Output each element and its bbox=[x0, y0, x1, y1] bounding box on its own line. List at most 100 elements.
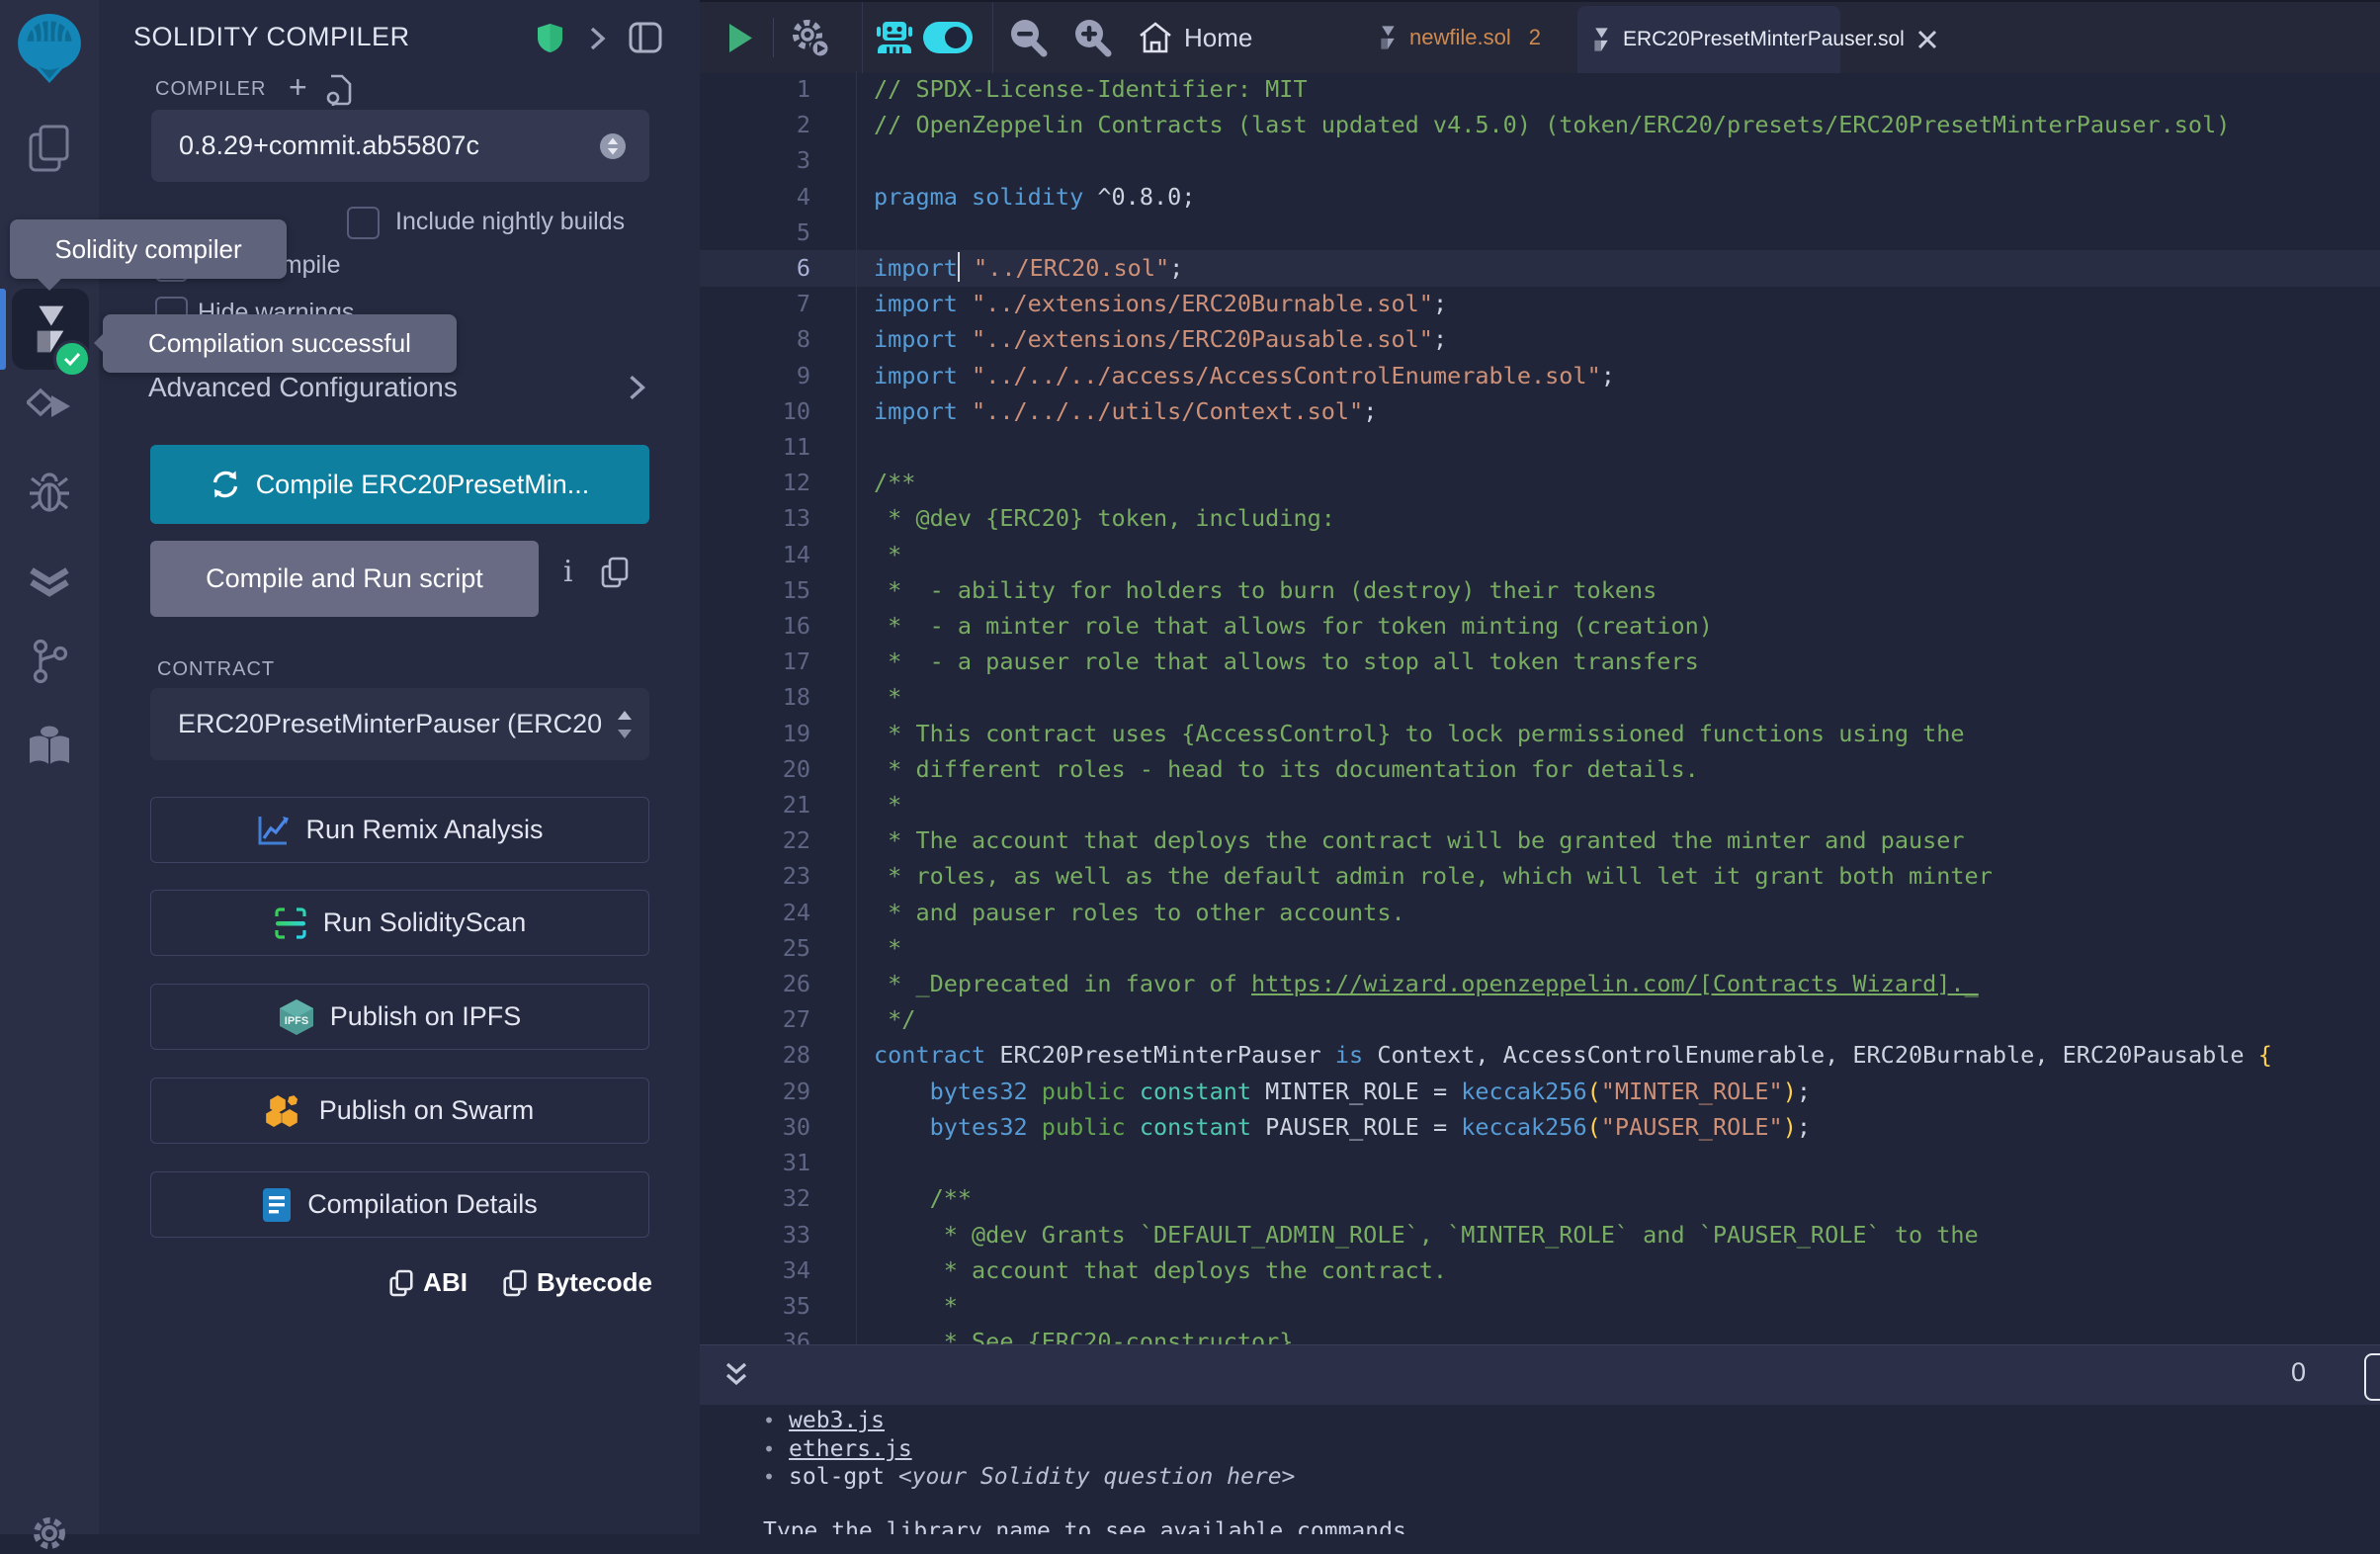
info-icon[interactable]: i bbox=[563, 555, 573, 589]
advanced-configurations-row[interactable]: Advanced Configurations bbox=[148, 372, 662, 403]
line-number-6[interactable]: 6 bbox=[700, 250, 810, 286]
code-line-6: import "../ERC20.sol"; bbox=[874, 250, 2272, 286]
line-number-30[interactable]: 30 bbox=[700, 1109, 810, 1145]
ai-copilot-toggle[interactable] bbox=[923, 2, 973, 73]
line-number-18[interactable]: 18 bbox=[700, 679, 810, 715]
editor-toolbar: Home newfile.sol 2 ERC20PresetMinterPaus… bbox=[700, 0, 2380, 73]
deploy-run-icon[interactable] bbox=[0, 388, 99, 429]
line-number-19[interactable]: 19 bbox=[700, 716, 810, 751]
code-line-3 bbox=[874, 142, 2272, 178]
gutter-border bbox=[856, 71, 857, 1344]
line-number-27[interactable]: 27 bbox=[700, 1001, 810, 1037]
plugin-book-icon[interactable] bbox=[0, 725, 99, 768]
terminal-link[interactable]: web3.js bbox=[789, 1408, 885, 1433]
terminal-text: Type the library name to see available c… bbox=[763, 1518, 1420, 1534]
code-line-12: /** bbox=[874, 465, 2272, 500]
terminal-search-input[interactable] bbox=[2364, 1353, 2380, 1401]
compile-and-run-button[interactable]: Compile and Run script bbox=[150, 541, 539, 617]
run-remix-analysis-button[interactable]: Run Remix Analysis bbox=[150, 797, 649, 863]
line-number-32[interactable]: 32 bbox=[700, 1180, 810, 1216]
include-nightly-checkbox[interactable] bbox=[347, 207, 380, 239]
run-solidityscan-button[interactable]: Run SolidityScan bbox=[150, 890, 649, 956]
expand-chevron-icon[interactable] bbox=[628, 374, 647, 401]
file-badge-icon[interactable] bbox=[324, 73, 354, 107]
document-icon bbox=[262, 1187, 292, 1223]
line-number-11[interactable]: 11 bbox=[700, 429, 810, 465]
code-line-9: import "../../../access/AccessControlEnu… bbox=[874, 358, 2272, 393]
line-number-9[interactable]: 9 bbox=[700, 358, 810, 393]
line-number-14[interactable]: 14 bbox=[700, 537, 810, 572]
code-line-15: * - ability for holders to burn (destroy… bbox=[874, 572, 2272, 608]
line-number-21[interactable]: 21 bbox=[700, 787, 810, 822]
tab-home[interactable]: Home bbox=[1139, 2, 1252, 73]
line-number-25[interactable]: 25 bbox=[700, 930, 810, 966]
code-line-21: * bbox=[874, 787, 2272, 822]
git-icon[interactable] bbox=[0, 638, 99, 685]
ai-copilot-robot-icon[interactable] bbox=[876, 2, 913, 73]
line-number-23[interactable]: 23 bbox=[700, 858, 810, 894]
compiler-version-select[interactable]: 0.8.29+commit.ab55807c bbox=[151, 110, 649, 182]
copy-icon[interactable] bbox=[601, 557, 629, 588]
remix-logo[interactable] bbox=[0, 12, 99, 85]
line-number-7[interactable]: 7 bbox=[700, 286, 810, 321]
code-line-8: import "../extensions/ERC20Pausable.sol"… bbox=[874, 321, 2272, 357]
terminal-bar: 0 bbox=[700, 1344, 2380, 1406]
line-number-22[interactable]: 22 bbox=[700, 822, 810, 858]
ipfs-icon: IPFS bbox=[279, 998, 314, 1036]
line-number-35[interactable]: 35 bbox=[700, 1288, 810, 1324]
svg-text:IPFS: IPFS bbox=[284, 1015, 307, 1027]
line-number-24[interactable]: 24 bbox=[700, 895, 810, 930]
solidity-icon bbox=[1378, 25, 1398, 50]
contract-select[interactable]: ERC20PresetMinterPauser (ERC20 bbox=[150, 688, 649, 760]
line-number-26[interactable]: 26 bbox=[700, 966, 810, 1001]
terminal-link[interactable]: ethers.js bbox=[789, 1436, 912, 1462]
chevron-right-icon[interactable] bbox=[589, 26, 607, 51]
line-number-15[interactable]: 15 bbox=[700, 572, 810, 608]
compilation-details-button[interactable]: Compilation Details bbox=[150, 1171, 649, 1238]
code-line-11 bbox=[874, 429, 2272, 465]
line-number-33[interactable]: 33 bbox=[700, 1217, 810, 1252]
tab-newfile-label: newfile.sol bbox=[1409, 25, 1511, 50]
line-number-13[interactable]: 13 bbox=[700, 500, 810, 536]
line-number-4[interactable]: 4 bbox=[700, 179, 810, 215]
line-number-12[interactable]: 12 bbox=[700, 465, 810, 500]
debugger-icon[interactable] bbox=[0, 473, 99, 514]
line-number-36[interactable]: 36 bbox=[700, 1324, 810, 1344]
line-number-8[interactable]: 8 bbox=[700, 321, 810, 357]
zoom-in-icon[interactable] bbox=[1072, 2, 1116, 73]
publish-on-swarm-button[interactable]: Publish on Swarm bbox=[150, 1078, 649, 1144]
line-number-31[interactable]: 31 bbox=[700, 1145, 810, 1180]
add-compiler-icon[interactable]: + bbox=[289, 69, 307, 106]
settings-gear-icon[interactable] bbox=[0, 1512, 99, 1554]
terminal-tx-count-badge[interactable]: 0 bbox=[2291, 1357, 2306, 1388]
compile-button[interactable]: Compile ERC20PresetMin... bbox=[150, 445, 649, 524]
tab-erc20presetminterpauser[interactable]: ERC20PresetMinterPauser.sol bbox=[1577, 6, 1840, 73]
zoom-out-icon[interactable] bbox=[1008, 2, 1052, 73]
line-number-2[interactable]: 2 bbox=[700, 107, 810, 142]
bullet: • bbox=[763, 1437, 775, 1461]
close-icon[interactable] bbox=[1916, 29, 1938, 50]
line-number-29[interactable]: 29 bbox=[700, 1074, 810, 1109]
line-number-17[interactable]: 17 bbox=[700, 644, 810, 679]
publish-on-ipfs-button[interactable]: IPFSPublish on IPFS bbox=[150, 984, 649, 1050]
line-number-28[interactable]: 28 bbox=[700, 1037, 810, 1073]
line-number-20[interactable]: 20 bbox=[700, 751, 810, 787]
file-explorer-icon[interactable] bbox=[0, 124, 99, 173]
terminal-line-4: Type the library name to see available c… bbox=[763, 1518, 1420, 1534]
terminal-collapse-icon[interactable] bbox=[722, 1359, 751, 1391]
copy-abi-button[interactable]: ABI bbox=[389, 1267, 468, 1298]
split-panel-icon[interactable] bbox=[629, 22, 662, 53]
line-number-1[interactable]: 1 bbox=[700, 71, 810, 107]
code-line-1: // SPDX-License-Identifier: MIT bbox=[874, 71, 2272, 107]
line-number-3[interactable]: 3 bbox=[700, 142, 810, 178]
script-config-gear-icon[interactable] bbox=[789, 2, 830, 73]
static-analysis-icon[interactable] bbox=[0, 561, 99, 601]
run-script-play-icon[interactable] bbox=[727, 2, 754, 73]
copy-bytecode-button[interactable]: Bytecode bbox=[503, 1267, 652, 1298]
line-number-34[interactable]: 34 bbox=[700, 1252, 810, 1288]
tab-newfile[interactable]: newfile.sol 2 bbox=[1378, 2, 1541, 73]
line-number-16[interactable]: 16 bbox=[700, 608, 810, 644]
code-editor[interactable]: 1234567891011121314151617181920212223242… bbox=[700, 71, 2380, 1344]
line-number-5[interactable]: 5 bbox=[700, 215, 810, 250]
line-number-10[interactable]: 10 bbox=[700, 393, 810, 429]
